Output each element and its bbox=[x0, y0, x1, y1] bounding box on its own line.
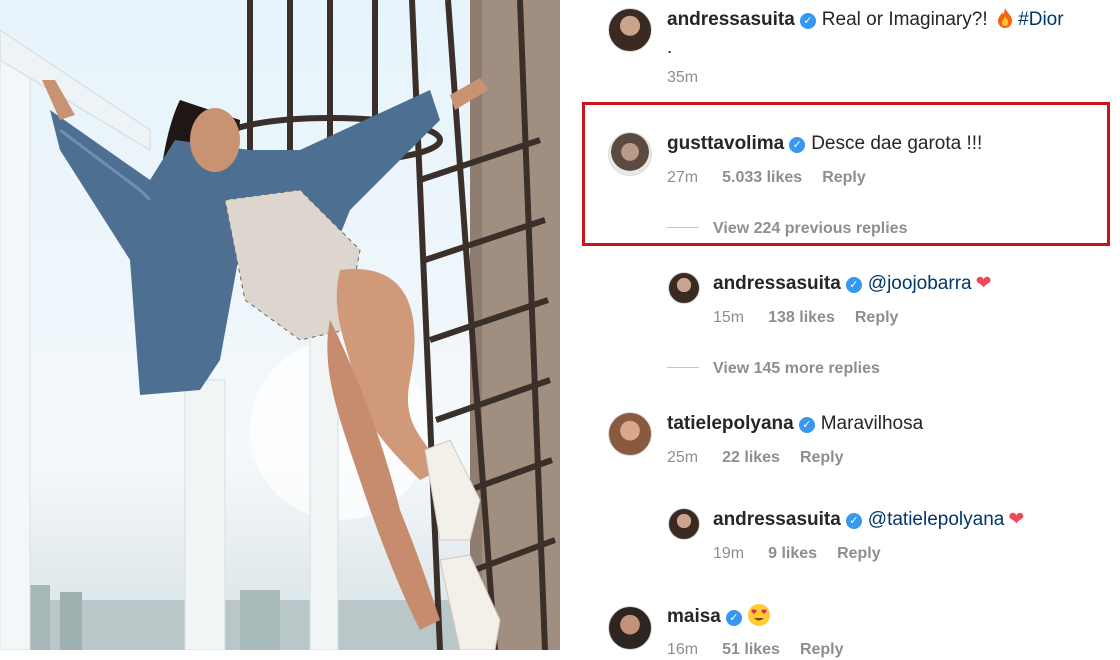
comment-text: Real or Imaginary?! bbox=[821, 9, 993, 30]
verified-badge-icon: ✓ bbox=[845, 513, 862, 529]
mention-link[interactable]: @tatielepolyana bbox=[868, 509, 1005, 530]
mention-link[interactable]: @joojobarra bbox=[868, 273, 972, 294]
avatar[interactable] bbox=[608, 8, 652, 52]
verified-badge-icon: ✓ bbox=[799, 13, 816, 29]
comment-line: andressasuita ✓ @joojobarra ❤ bbox=[713, 272, 992, 296]
post-photo bbox=[0, 0, 560, 650]
comment-line: maisa ✓ bbox=[667, 604, 770, 629]
comment-meta: 35m bbox=[667, 68, 722, 88]
comment-meta: 16m 51 likes Reply bbox=[667, 640, 864, 660]
comment-username[interactable]: andressasuita bbox=[713, 273, 841, 294]
comment-line: andressasuita ✓ @tatielepolyana ❤ bbox=[713, 508, 1024, 532]
fire-icon bbox=[997, 8, 1012, 28]
comment-time: 35m bbox=[667, 69, 699, 86]
avatar[interactable] bbox=[668, 508, 700, 540]
view-replies-button[interactable]: View 145 more replies bbox=[667, 360, 880, 378]
comment-meta: 25m 22 likes Reply bbox=[667, 448, 864, 468]
verified-badge-icon: ✓ bbox=[725, 610, 742, 626]
heart-eyes-emoji bbox=[747, 604, 770, 626]
view-replies-label: View 145 more replies bbox=[713, 360, 880, 377]
comments-panel: andressasuita ✓ Real or Imaginary?! #Dior … bbox=[560, 0, 1120, 658]
likes-count[interactable]: 22 likes bbox=[722, 449, 780, 466]
avatar[interactable] bbox=[608, 606, 652, 650]
reply-button[interactable]: Reply bbox=[800, 449, 844, 466]
photo-illustration bbox=[0, 0, 560, 650]
avatar[interactable] bbox=[668, 272, 700, 304]
reply-button[interactable]: Reply bbox=[855, 309, 899, 326]
highlight-box bbox=[582, 102, 1110, 246]
comment-time: 15m bbox=[713, 309, 745, 326]
comment-time: 25m bbox=[667, 449, 699, 466]
comment-text-extra: . bbox=[667, 37, 673, 58]
comment-text: Maravilhosa bbox=[820, 413, 924, 434]
likes-count[interactable]: 138 likes bbox=[768, 309, 835, 326]
comment-time: 19m bbox=[713, 545, 745, 562]
comment-meta: 15m 138 likes Reply bbox=[713, 308, 918, 328]
comment-line: tatielepolyana ✓ Maravilhosa bbox=[667, 412, 923, 436]
reply-button[interactable]: Reply bbox=[837, 545, 881, 562]
comment-username[interactable]: andressasuita bbox=[667, 9, 795, 30]
hashtag-link[interactable]: #Dior bbox=[1018, 9, 1063, 30]
comment-meta: 19m 9 likes Reply bbox=[713, 544, 901, 564]
comment-line: andressasuita ✓ Real or Imaginary?! #Dior bbox=[667, 8, 1064, 32]
heart-icon: ❤ bbox=[1008, 509, 1025, 530]
comment-username[interactable]: maisa bbox=[667, 606, 721, 627]
heart-icon: ❤ bbox=[975, 273, 992, 294]
verified-badge-icon: ✓ bbox=[798, 417, 815, 433]
comment-username[interactable]: tatielepolyana bbox=[667, 413, 794, 434]
replies-divider bbox=[667, 367, 699, 368]
avatar[interactable] bbox=[608, 412, 652, 456]
verified-badge-icon: ✓ bbox=[845, 277, 862, 293]
comment-username[interactable]: andressasuita bbox=[713, 509, 841, 530]
likes-count[interactable]: 9 likes bbox=[768, 545, 817, 562]
